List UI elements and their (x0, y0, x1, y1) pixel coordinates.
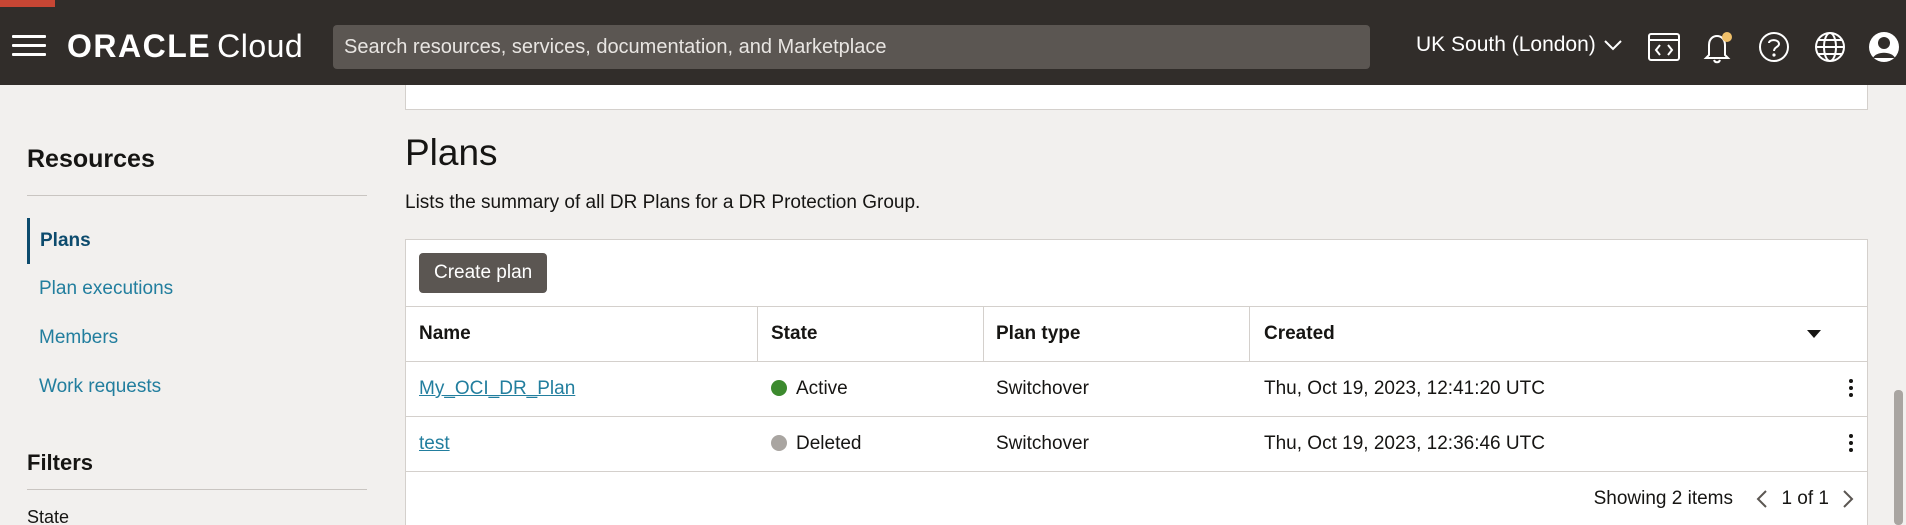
filters-heading: Filters (27, 450, 94, 475)
state-cell: Active (771, 362, 848, 416)
page-description: Lists the summary of all DR Plans for a … (405, 192, 921, 213)
cloud-shell-icon[interactable] (1646, 29, 1682, 65)
resources-heading: Resources (27, 145, 155, 173)
state-cell: Deleted (771, 417, 862, 471)
help-icon[interactable] (1756, 29, 1792, 65)
menu-icon[interactable] (12, 35, 46, 57)
column-header-plan-type[interactable]: Plan type (996, 307, 1080, 361)
plan-name-link[interactable]: test (419, 433, 450, 454)
top-accent (0, 0, 55, 7)
global-header: ORACLECloud UK South (London) (0, 7, 1906, 85)
page-title: Plans (405, 132, 498, 173)
state-text: Active (796, 378, 848, 399)
top-strip (0, 0, 1906, 7)
sidebar-item-members[interactable]: Members (27, 315, 118, 361)
table-footer: Showing 2 items 1 of 1 (406, 471, 1867, 525)
page-indicator: 1 of 1 (1781, 488, 1829, 509)
divider (27, 195, 367, 196)
user-avatar-icon[interactable] (1866, 29, 1902, 65)
details-panel-bottom (405, 85, 1868, 110)
globe-icon[interactable] (1812, 29, 1848, 65)
status-dot-icon (771, 380, 787, 396)
column-header-created[interactable]: Created (1264, 307, 1335, 361)
brand-oracle: ORACLE (67, 28, 212, 64)
plan-type-cell: Switchover (996, 378, 1089, 399)
region-label: UK South (London) (1416, 33, 1596, 56)
region-selector[interactable]: UK South (London) (1416, 33, 1622, 57)
column-header-name[interactable]: Name (419, 307, 471, 361)
column-header-state[interactable]: State (771, 307, 817, 361)
pagination: 1 of 1 (1751, 485, 1859, 513)
plan-name-link[interactable]: My_OCI_DR_Plan (419, 378, 575, 399)
sidebar-item-work-requests[interactable]: Work requests (27, 364, 161, 410)
oracle-cloud-logo[interactable]: ORACLE Cloud (67, 28, 303, 64)
state-filter-label: State (27, 507, 70, 525)
search-input[interactable] (333, 25, 1370, 69)
created-cell: Thu, Oct 19, 2023, 12:36:46 UTC (1264, 433, 1545, 454)
brand-cloud: Cloud (217, 28, 304, 64)
sort-caret-icon[interactable] (1807, 330, 1821, 338)
plans-table: Name State Plan type Created My_OCI_DR_P… (406, 306, 1867, 525)
chevron-down-icon (1604, 40, 1622, 51)
plan-type-cell: Switchover (996, 433, 1089, 454)
table-header-row: Name State Plan type Created (406, 306, 1867, 361)
create-plan-button[interactable]: Create plan (419, 253, 548, 293)
previous-page-icon[interactable] (1751, 485, 1773, 513)
bell-icon[interactable] (1700, 29, 1736, 65)
sidebar-item-plan-executions[interactable]: Plan executions (27, 266, 173, 312)
next-page-icon[interactable] (1837, 485, 1859, 513)
page-scrollbar[interactable] (1894, 390, 1903, 525)
divider (27, 489, 367, 490)
state-text: Deleted (796, 433, 862, 454)
row-actions-icon[interactable] (1841, 434, 1861, 456)
status-dot-icon (771, 435, 787, 451)
row-actions-icon[interactable] (1841, 379, 1861, 401)
table-row: test Deleted Switchover Thu, Oct 19, 202… (406, 416, 1867, 471)
sidebar-item-plans[interactable]: Plans (27, 218, 91, 264)
created-cell: Thu, Oct 19, 2023, 12:41:20 UTC (1264, 378, 1545, 399)
plans-table-panel: Create plan Name State Plan type Created… (405, 239, 1868, 525)
table-row: My_OCI_DR_Plan Active Switchover Thu, Oc… (406, 361, 1867, 416)
item-count: Showing 2 items (1593, 488, 1733, 509)
